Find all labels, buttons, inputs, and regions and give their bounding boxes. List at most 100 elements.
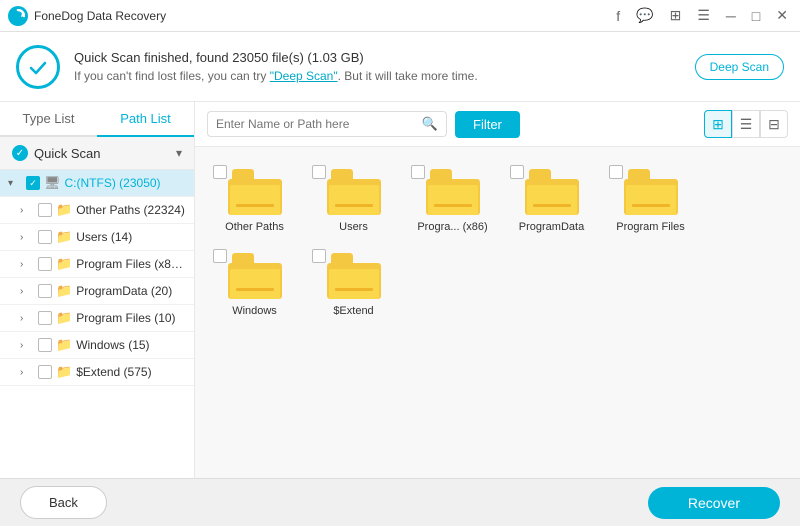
file-item-otherpaths[interactable]: Other Paths — [207, 159, 302, 239]
list-view-button[interactable]: ☰ — [732, 110, 760, 138]
close-icon[interactable]: ✕ — [772, 5, 792, 26]
tree-item-label: C:(NTFS) (23050) — [65, 176, 188, 190]
folder-icon: 📁 — [56, 229, 72, 245]
tree-item-programdata[interactable]: › 📁 ProgramData (20) — [0, 278, 194, 305]
expand-arrow-icon[interactable]: › — [20, 313, 34, 324]
tree-checkbox[interactable] — [38, 338, 52, 352]
tree-checkbox[interactable] — [38, 203, 52, 217]
search-box[interactable]: 🔍 — [207, 111, 447, 137]
back-button[interactable]: Back — [20, 486, 107, 519]
tree-item-programfilesx86[interactable]: › 📁 Program Files (x86) (9 — [0, 251, 194, 278]
tree-item-label: Users (14) — [76, 230, 188, 244]
tab-bar: Type List Path List — [0, 102, 194, 137]
expand-arrow-icon[interactable]: › — [20, 205, 34, 216]
bottom-bar: Back Recover — [0, 478, 800, 526]
notification-bar: Quick Scan finished, found 23050 file(s)… — [0, 32, 800, 102]
scan-complete-icon — [16, 45, 60, 89]
search-icon: 🔍 — [422, 116, 438, 132]
file-item-users[interactable]: Users — [306, 159, 401, 239]
expand-arrow-icon[interactable]: › — [20, 367, 34, 378]
scan-result-line1: Quick Scan finished, found 23050 file(s)… — [74, 50, 695, 65]
folder-icon: 📁 — [56, 310, 72, 326]
tree-checkbox[interactable] — [38, 257, 52, 271]
folder-icon: 📁 — [56, 283, 72, 299]
folder-graphic — [426, 169, 480, 215]
view-controls: ⊞ ☰ ⊟ — [704, 110, 788, 138]
minimize-icon[interactable]: ─ — [722, 6, 740, 26]
file-checkbox[interactable] — [411, 165, 425, 179]
expand-arrow-icon[interactable]: › — [20, 259, 34, 270]
folder-graphic — [327, 253, 381, 299]
expand-arrow-icon[interactable]: › — [20, 232, 34, 243]
file-item-windows[interactable]: Windows — [207, 243, 302, 323]
file-name: Program Files — [609, 221, 692, 233]
app-logo — [8, 6, 28, 26]
facebook-icon[interactable]: f — [612, 6, 624, 26]
folder-graphic — [228, 169, 282, 215]
tree-checkbox[interactable] — [38, 311, 52, 325]
line2-prefix: If you can't find lost files, you can tr… — [74, 69, 270, 83]
line2-suffix: . But it will take more time. — [338, 69, 478, 83]
grid-view-button[interactable]: ⊞ — [704, 110, 732, 138]
chat-icon[interactable]: 💬 — [632, 5, 657, 26]
tree-item-programfiles[interactable]: › 📁 Program Files (10) — [0, 305, 194, 332]
grid-icon[interactable]: ⊞ — [666, 5, 686, 26]
tree-item-label: Other Paths (22324) — [76, 203, 188, 217]
search-input[interactable] — [216, 117, 422, 131]
maximize-icon[interactable]: □ — [748, 6, 764, 26]
scan-chevron-icon[interactable]: ▾ — [176, 146, 182, 160]
tree-item-windows[interactable]: › 📁 Windows (15) — [0, 332, 194, 359]
tree-item-label: ProgramData (20) — [76, 284, 188, 298]
file-checkbox[interactable] — [213, 165, 227, 179]
tree-item-otherpaths[interactable]: › 📁 Other Paths (22324) — [0, 197, 194, 224]
tab-path-list[interactable]: Path List — [97, 102, 194, 137]
scan-check-icon: ✓ — [12, 145, 28, 161]
content-toolbar: 🔍 Filter ⊞ ☰ ⊟ — [195, 102, 800, 147]
folder-graphic — [327, 169, 381, 215]
file-name: Users — [312, 221, 395, 233]
tree-item-root[interactable]: ▾ ✓ 🖥 C:(NTFS) (23050) — [0, 170, 194, 197]
folder-icon: 📁 — [56, 202, 72, 218]
tree-checkbox[interactable] — [38, 365, 52, 379]
file-checkbox[interactable] — [510, 165, 524, 179]
file-item-programfilesx86[interactable]: Progra... (x86) — [405, 159, 500, 239]
folder-icon: 📁 — [56, 256, 72, 272]
file-name: ProgramData — [510, 221, 593, 233]
app-title: FoneDog Data Recovery — [34, 9, 612, 23]
tree-item-label: Program Files (x86) (9 — [76, 257, 188, 271]
expand-arrow-icon[interactable]: › — [20, 286, 34, 297]
file-item-programdata[interactable]: ProgramData — [504, 159, 599, 239]
expand-arrow-icon[interactable]: › — [20, 340, 34, 351]
window-controls: f 💬 ⊞ ☰ ─ □ ✕ — [612, 5, 792, 26]
tree-item-label: Windows (15) — [76, 338, 188, 352]
scan-label: Quick Scan — [34, 146, 100, 161]
tree-checkbox[interactable]: ✓ — [26, 176, 40, 190]
expand-arrow-icon[interactable]: ▾ — [8, 178, 22, 189]
deep-scan-link[interactable]: "Deep Scan" — [270, 69, 338, 83]
tree-item-extend[interactable]: › 📁 $Extend (575) — [0, 359, 194, 386]
scan-result-line2: If you can't find lost files, you can tr… — [74, 69, 695, 83]
tree-list: ▾ ✓ 🖥 C:(NTFS) (23050) › 📁 Other Paths (… — [0, 170, 194, 478]
menu-icon[interactable]: ☰ — [693, 5, 714, 26]
file-checkbox[interactable] — [609, 165, 623, 179]
file-checkbox[interactable] — [213, 249, 227, 263]
folder-icon: 📁 — [56, 337, 72, 353]
folder-graphic — [228, 253, 282, 299]
tab-type-list[interactable]: Type List — [0, 102, 97, 137]
file-item-extend[interactable]: $Extend — [306, 243, 401, 323]
folder-icon: 📁 — [56, 364, 72, 380]
tree-checkbox[interactable] — [38, 230, 52, 244]
drive-icon: 🖥 — [44, 175, 61, 191]
deep-scan-button[interactable]: Deep Scan — [695, 54, 784, 80]
file-name: Progra... (x86) — [411, 221, 494, 233]
notification-text: Quick Scan finished, found 23050 file(s)… — [74, 50, 695, 83]
file-item-programfiles[interactable]: Program Files — [603, 159, 698, 239]
detail-view-button[interactable]: ⊟ — [760, 110, 788, 138]
file-checkbox[interactable] — [312, 249, 326, 263]
file-checkbox[interactable] — [312, 165, 326, 179]
tree-checkbox[interactable] — [38, 284, 52, 298]
recover-button[interactable]: Recover — [648, 487, 780, 519]
filter-button[interactable]: Filter — [455, 111, 520, 138]
tree-item-users[interactable]: › 📁 Users (14) — [0, 224, 194, 251]
content-area: 🔍 Filter ⊞ ☰ ⊟ Other Paths — [195, 102, 800, 478]
